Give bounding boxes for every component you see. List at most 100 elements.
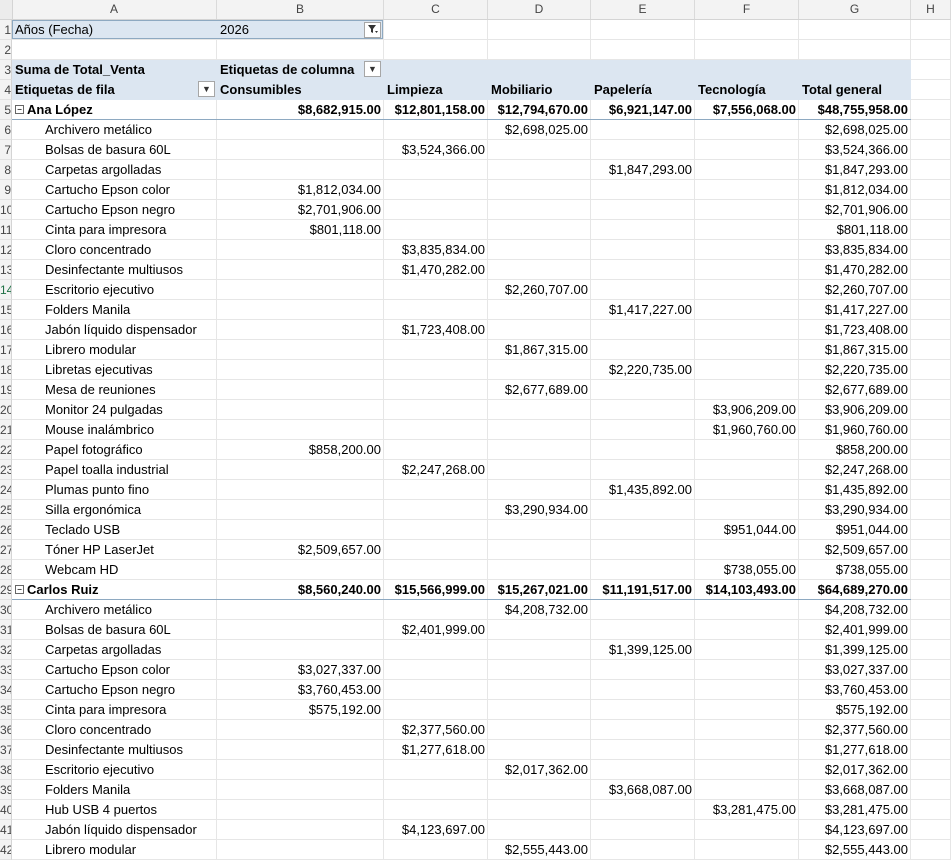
value-cell[interactable] [695, 740, 799, 760]
value-cell[interactable]: $575,192.00 [217, 700, 384, 720]
value-cell[interactable] [695, 240, 799, 260]
value-cell[interactable]: $1,847,293.00 [799, 160, 911, 180]
item-label[interactable]: Cartucho Epson color [12, 660, 217, 680]
value-cell[interactable]: $2,509,657.00 [799, 540, 911, 560]
value-cell[interactable]: $2,017,362.00 [488, 760, 591, 780]
value-cell[interactable] [384, 220, 488, 240]
value-cell[interactable]: $2,509,657.00 [217, 540, 384, 560]
value-cell[interactable] [488, 720, 591, 740]
value-cell[interactable] [217, 640, 384, 660]
group-total-cell[interactable]: $15,267,021.00 [488, 580, 591, 600]
item-label[interactable]: Librero modular [12, 840, 217, 860]
row-labels-dropdown-icon[interactable]: ▼ [198, 81, 215, 97]
value-cell[interactable] [488, 560, 591, 580]
value-cell[interactable]: $2,698,025.00 [799, 120, 911, 140]
row-number[interactable]: 16 [0, 320, 12, 340]
value-cell[interactable] [695, 680, 799, 700]
value-cell[interactable] [591, 420, 695, 440]
value-cell[interactable] [591, 540, 695, 560]
value-cell[interactable] [217, 760, 384, 780]
row-number[interactable]: 28 [0, 560, 12, 580]
value-cell[interactable]: $1,960,760.00 [695, 420, 799, 440]
value-cell[interactable]: $2,555,443.00 [799, 840, 911, 860]
value-cell[interactable] [695, 160, 799, 180]
item-label[interactable]: Bolsas de basura 60L [12, 620, 217, 640]
row-number[interactable]: 1 [0, 20, 12, 40]
item-label[interactable]: Escritorio ejecutivo [12, 760, 217, 780]
group-total-cell[interactable]: $12,801,158.00 [384, 100, 488, 120]
value-cell[interactable]: $2,220,735.00 [591, 360, 695, 380]
row-number[interactable]: 30 [0, 600, 12, 620]
item-label[interactable]: Carpetas argolladas [12, 640, 217, 660]
value-cell[interactable] [217, 400, 384, 420]
spreadsheet[interactable]: ABCDEFGH 1 Años (Fecha) 2026 2 3 Suma de Tota… [0, 0, 951, 861]
row-number[interactable]: 24 [0, 480, 12, 500]
value-cell[interactable] [695, 600, 799, 620]
row-number[interactable]: 27 [0, 540, 12, 560]
row-number[interactable]: 19 [0, 380, 12, 400]
row-number[interactable]: 20 [0, 400, 12, 420]
value-cell[interactable] [384, 600, 488, 620]
row-number[interactable]: 31 [0, 620, 12, 640]
value-cell[interactable] [695, 660, 799, 680]
item-label[interactable]: Folders Manila [12, 780, 217, 800]
value-cell[interactable] [591, 260, 695, 280]
item-label[interactable]: Cartucho Epson negro [12, 680, 217, 700]
value-cell[interactable] [488, 680, 591, 700]
value-cell[interactable] [217, 480, 384, 500]
row-number[interactable]: 4 [0, 80, 12, 100]
item-label[interactable]: Cartucho Epson negro [12, 200, 217, 220]
value-cell[interactable]: $1,435,892.00 [591, 480, 695, 500]
value-cell[interactable] [591, 200, 695, 220]
value-cell[interactable] [488, 640, 591, 660]
value-cell[interactable] [217, 140, 384, 160]
row-number[interactable]: 13 [0, 260, 12, 280]
row-number[interactable]: 12 [0, 240, 12, 260]
value-cell[interactable] [488, 160, 591, 180]
value-cell[interactable] [488, 260, 591, 280]
group-total-cell[interactable]: $6,921,147.00 [591, 100, 695, 120]
value-cell[interactable] [591, 340, 695, 360]
value-cell[interactable]: $1,847,293.00 [591, 160, 695, 180]
value-cell[interactable] [591, 620, 695, 640]
value-cell[interactable] [591, 140, 695, 160]
value-cell[interactable] [488, 620, 591, 640]
value-cell[interactable]: $1,417,227.00 [591, 300, 695, 320]
value-cell[interactable] [695, 380, 799, 400]
value-cell[interactable] [488, 660, 591, 680]
value-cell[interactable] [591, 660, 695, 680]
item-label[interactable]: Webcam HD [12, 560, 217, 580]
value-cell[interactable]: $2,555,443.00 [488, 840, 591, 860]
row-number[interactable]: 5 [0, 100, 12, 120]
value-cell[interactable] [488, 800, 591, 820]
value-cell[interactable]: $2,677,689.00 [488, 380, 591, 400]
item-label[interactable]: Papel fotográfico [12, 440, 217, 460]
value-cell[interactable] [217, 360, 384, 380]
value-cell[interactable] [217, 460, 384, 480]
value-cell[interactable] [488, 740, 591, 760]
value-cell[interactable] [488, 420, 591, 440]
filter-label[interactable]: Años (Fecha) [12, 20, 217, 40]
item-label[interactable]: Desinfectante multiusos [12, 260, 217, 280]
column-header-d[interactable]: D [488, 0, 591, 19]
value-cell[interactable]: $1,723,408.00 [384, 320, 488, 340]
value-cell[interactable]: $3,760,453.00 [217, 680, 384, 700]
value-cell[interactable] [488, 180, 591, 200]
value-cell[interactable] [695, 140, 799, 160]
value-cell[interactable]: $3,668,087.00 [799, 780, 911, 800]
value-cell[interactable] [217, 520, 384, 540]
value-cell[interactable] [591, 680, 695, 700]
value-cell[interactable] [384, 180, 488, 200]
item-label[interactable]: Jabón líquido dispensador [12, 820, 217, 840]
value-cell[interactable]: $3,290,934.00 [799, 500, 911, 520]
value-cell[interactable] [695, 280, 799, 300]
value-cell[interactable]: $2,377,560.00 [384, 720, 488, 740]
value-cell[interactable]: $3,524,366.00 [384, 140, 488, 160]
group-total-cell[interactable]: $11,191,517.00 [591, 580, 695, 600]
value-cell[interactable] [695, 840, 799, 860]
value-cell[interactable] [591, 180, 695, 200]
value-cell[interactable] [384, 440, 488, 460]
row-number[interactable]: 26 [0, 520, 12, 540]
group-total-cell[interactable]: $7,556,068.00 [695, 100, 799, 120]
value-cell[interactable] [384, 120, 488, 140]
